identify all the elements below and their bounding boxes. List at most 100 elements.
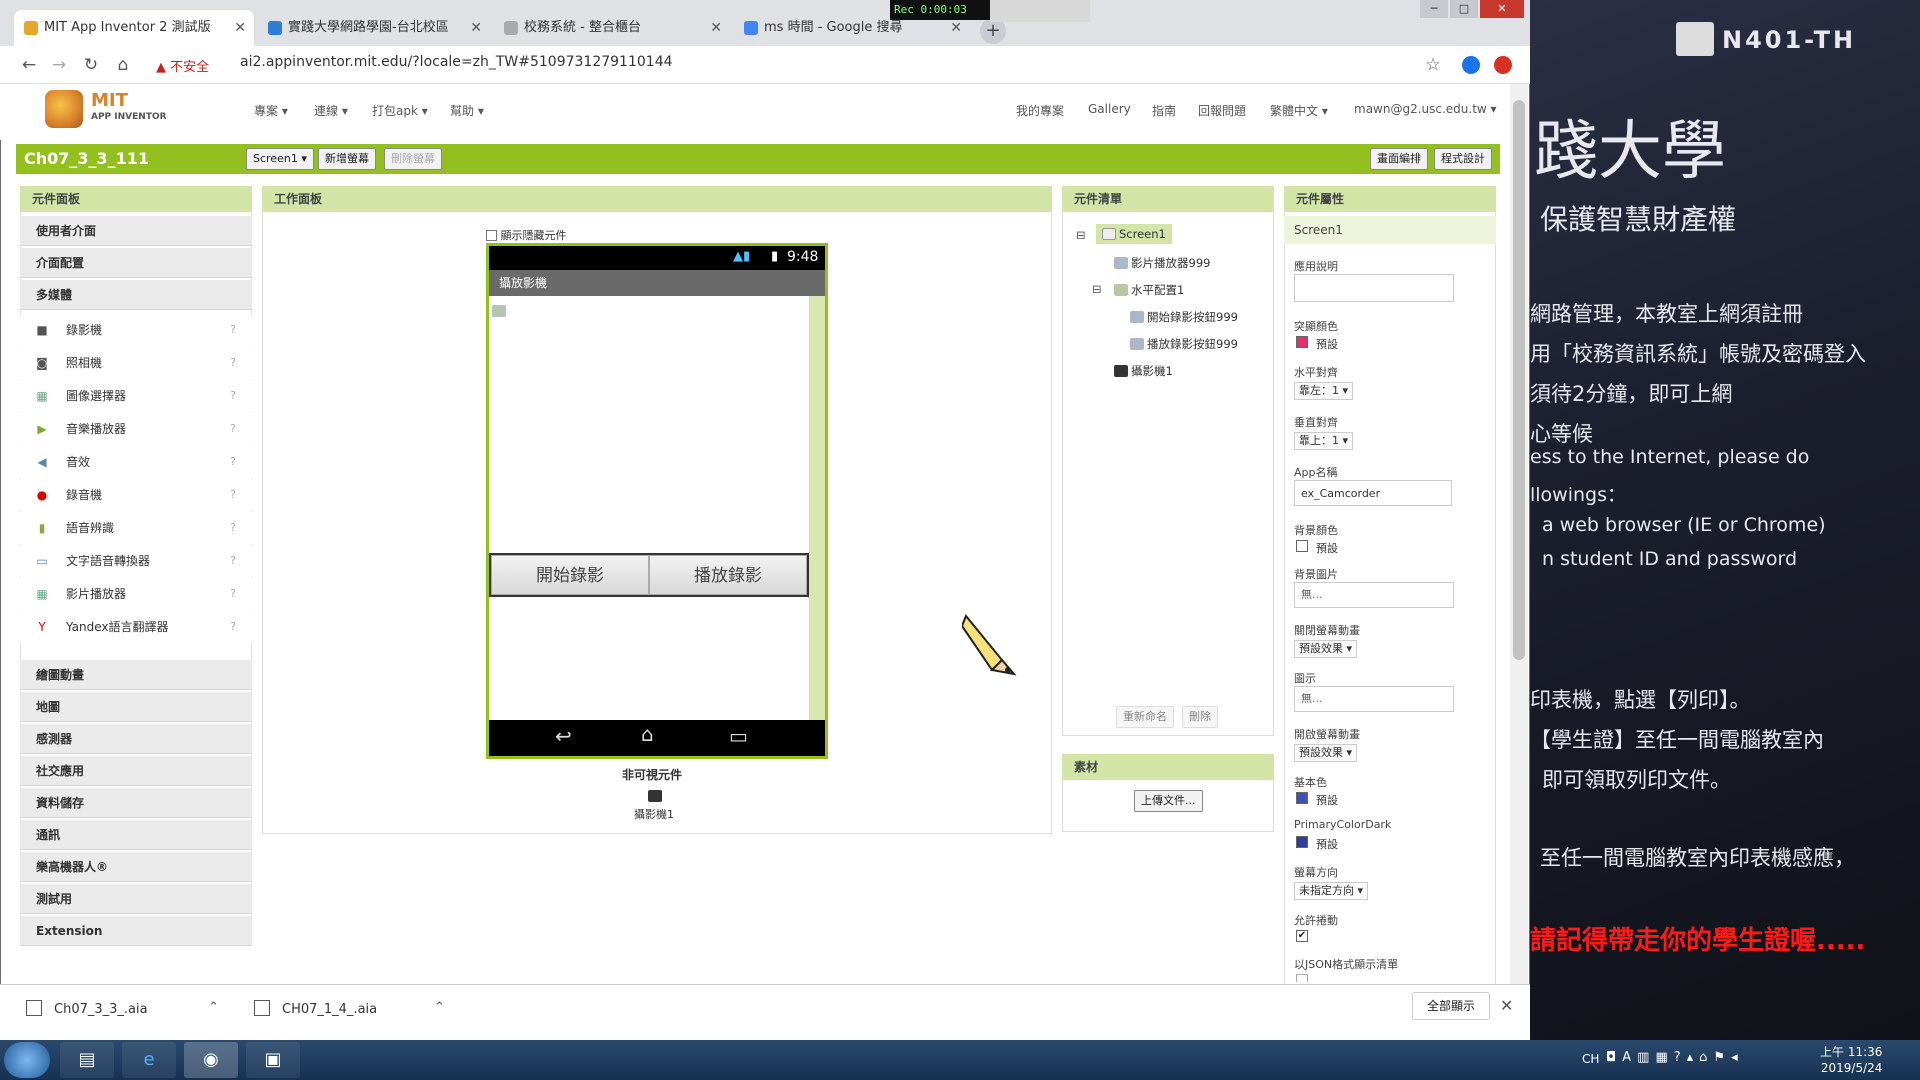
category-layout[interactable]: 介面配置 bbox=[20, 248, 252, 278]
primary-color-dark-swatch[interactable] bbox=[1296, 836, 1308, 848]
palette-item[interactable]: ▶ 音樂播放器? bbox=[20, 413, 252, 445]
url-input[interactable] bbox=[240, 54, 1040, 70]
accent-color-value[interactable]: 預設 bbox=[1316, 336, 1338, 352]
screen-scrollbar[interactable] bbox=[809, 296, 825, 720]
screen-selector-dropdown[interactable]: Screen1 ▾ bbox=[246, 148, 314, 170]
delete-button[interactable]: 刪除 bbox=[1182, 706, 1218, 728]
align-horizontal-dropdown[interactable]: 靠左：1 ▾ bbox=[1294, 382, 1354, 400]
menu-account[interactable]: mawn@g2.usc.edu.tw ▾ bbox=[1354, 102, 1497, 116]
help-icon[interactable]: ? bbox=[230, 611, 236, 643]
app-name-input[interactable] bbox=[1294, 480, 1452, 506]
file-explorer-icon[interactable]: ▤ bbox=[60, 1042, 114, 1078]
help-icon[interactable]: ? bbox=[230, 512, 236, 544]
palette-item[interactable]: ▮ 語音辨識? bbox=[20, 512, 252, 544]
download-item[interactable]: CH07_1_4_.aia bbox=[254, 1000, 377, 1017]
background-color-value[interactable]: 預設 bbox=[1316, 540, 1338, 556]
recorder-toolbar[interactable] bbox=[990, 0, 1090, 22]
help-icon[interactable]: ? bbox=[230, 314, 236, 346]
help-icon[interactable]: ? bbox=[230, 479, 236, 511]
close-downloads-icon[interactable]: ✕ bbox=[1500, 996, 1513, 1015]
mit-app-inventor-logo[interactable]: MIT APP INVENTOR bbox=[45, 90, 175, 130]
collapse-toggle-icon[interactable]: ⊟ bbox=[1076, 228, 1086, 242]
app-taskbar-icon[interactable]: ▣ bbox=[246, 1042, 300, 1078]
scrollable-checkbox[interactable]: ✔ bbox=[1296, 930, 1308, 942]
background-image-picker[interactable]: 無... bbox=[1294, 582, 1454, 608]
palette-category[interactable]: 資料儲存 bbox=[20, 788, 252, 818]
system-tray-icons[interactable]: ◘A▥▦?▴⌂⚑◂ bbox=[1606, 1050, 1744, 1065]
close-animation-dropdown[interactable]: 預設效果 ▾ bbox=[1294, 640, 1358, 658]
help-icon[interactable]: ? bbox=[230, 380, 236, 412]
internet-explorer-icon[interactable]: e bbox=[122, 1042, 176, 1078]
close-window-icon[interactable]: ✕ bbox=[1480, 0, 1524, 18]
category-user-interface[interactable]: 使用者介面 bbox=[20, 216, 252, 246]
rename-button[interactable]: 重新命名 bbox=[1116, 706, 1174, 728]
palette-item[interactable]: ■ 錄影機? bbox=[20, 314, 252, 346]
home-icon[interactable]: ⌂ bbox=[112, 54, 134, 76]
palette-item[interactable]: Y Yandex語言翻譯器? bbox=[20, 611, 252, 643]
menu-guide[interactable]: 指南 bbox=[1152, 102, 1176, 119]
download-item[interactable]: Ch07_3_3_.aia bbox=[26, 1000, 148, 1017]
video-player-component-icon[interactable] bbox=[492, 305, 506, 317]
category-media[interactable]: 多媒體 bbox=[20, 280, 252, 310]
page-scrollbar-thumb[interactable] bbox=[1513, 100, 1525, 660]
palette-category[interactable]: 測試用 bbox=[20, 884, 252, 914]
tree-item-horizontal-arrangement[interactable]: 水平配置1 bbox=[1114, 282, 1184, 298]
palette-category[interactable]: 繪圖動畫 bbox=[20, 660, 252, 690]
taskbar-clock[interactable]: 上午 11:36 2019/5/24 bbox=[1820, 1044, 1882, 1076]
primary-color-swatch[interactable] bbox=[1296, 792, 1308, 804]
designer-button[interactable]: 畫面編排 bbox=[1370, 148, 1428, 170]
tree-item-camcorder[interactable]: 攝影機1 bbox=[1114, 363, 1173, 379]
palette-item[interactable]: ◙ 照相機? bbox=[20, 347, 252, 379]
close-tab-icon[interactable]: ✕ bbox=[234, 10, 246, 46]
start-button-icon[interactable] bbox=[4, 1042, 50, 1078]
checkbox-box[interactable] bbox=[486, 230, 497, 241]
minimize-icon[interactable]: ─ bbox=[1420, 0, 1448, 18]
palette-category[interactable]: 社交應用 bbox=[20, 756, 252, 786]
icon-picker[interactable]: 無... bbox=[1294, 686, 1454, 712]
horizontal-arrangement[interactable]: 開始錄影 播放錄影 bbox=[489, 553, 809, 597]
tree-item-video-player[interactable]: 影片播放器999 bbox=[1114, 255, 1210, 271]
palette-item[interactable]: ▦ 影片播放器? bbox=[20, 578, 252, 610]
palette-item[interactable]: ◀ 音效? bbox=[20, 446, 252, 478]
palette-item[interactable]: ● 錄音機? bbox=[20, 479, 252, 511]
menu-build[interactable]: 打包apk ▾ bbox=[372, 102, 428, 119]
tab-usc-elearning[interactable]: 實踐大學網路學園-台北校區 ✕ bbox=[258, 10, 490, 46]
tree-item-play-button[interactable]: 播放錄影按鈕999 bbox=[1130, 336, 1238, 352]
camcorder-icon[interactable] bbox=[648, 790, 662, 802]
input-language[interactable]: CH bbox=[1582, 1052, 1599, 1066]
primary-color-value[interactable]: 預設 bbox=[1316, 792, 1338, 808]
help-icon[interactable]: ? bbox=[230, 413, 236, 445]
menu-my-projects[interactable]: 我的專案 bbox=[1016, 102, 1064, 119]
close-tab-icon[interactable]: ✕ bbox=[470, 10, 482, 46]
palette-item[interactable]: ▦ 圖像選擇器? bbox=[20, 380, 252, 412]
menu-gallery[interactable]: Gallery bbox=[1088, 102, 1131, 116]
help-icon[interactable]: ? bbox=[230, 578, 236, 610]
maximize-icon[interactable]: □ bbox=[1450, 0, 1478, 18]
help-icon[interactable]: ? bbox=[230, 545, 236, 577]
menu-help[interactable]: 幫助 ▾ bbox=[450, 102, 484, 119]
start-recording-button[interactable]: 開始錄影 bbox=[491, 555, 649, 595]
align-vertical-dropdown[interactable]: 靠上：1 ▾ bbox=[1294, 432, 1354, 450]
show-lists-json-checkbox[interactable] bbox=[1296, 974, 1308, 982]
add-screen-button[interactable]: 新增螢幕 bbox=[318, 148, 376, 170]
upload-file-button[interactable]: 上傳文件... bbox=[1134, 790, 1203, 812]
bookmark-star-icon[interactable]: ☆ bbox=[1422, 54, 1444, 76]
show-all-downloads-button[interactable]: 全部顯示 bbox=[1412, 992, 1491, 1020]
back-arrow-icon[interactable]: ← bbox=[18, 54, 40, 76]
help-icon[interactable]: ? bbox=[230, 446, 236, 478]
show-hidden-checkbox[interactable]: 顯示隱藏元件 bbox=[486, 227, 567, 243]
chrome-taskbar-icon[interactable]: ◉ bbox=[184, 1042, 238, 1078]
palette-category[interactable]: 感測器 bbox=[20, 724, 252, 754]
accent-color-swatch[interactable] bbox=[1296, 336, 1308, 348]
screen-orientation-dropdown[interactable]: 未指定方向 ▾ bbox=[1294, 882, 1369, 900]
download-menu-chevron-icon[interactable]: ⌃ bbox=[208, 1000, 219, 1015]
palette-category[interactable]: Extension bbox=[20, 916, 252, 946]
palette-category[interactable]: 地圖 bbox=[20, 692, 252, 722]
remove-screen-button[interactable]: 刪除螢幕 bbox=[384, 148, 442, 170]
play-recording-button[interactable]: 播放錄影 bbox=[649, 555, 807, 595]
forward-arrow-icon[interactable]: → bbox=[48, 54, 70, 76]
tab-app-inventor[interactable]: MIT App Inventor 2 測試版 ✕ bbox=[14, 10, 254, 46]
extension-icon[interactable] bbox=[1494, 56, 1512, 74]
tree-item-start-button[interactable]: 開始錄影按鈕999 bbox=[1130, 309, 1238, 325]
menu-connect[interactable]: 連線 ▾ bbox=[314, 102, 348, 119]
